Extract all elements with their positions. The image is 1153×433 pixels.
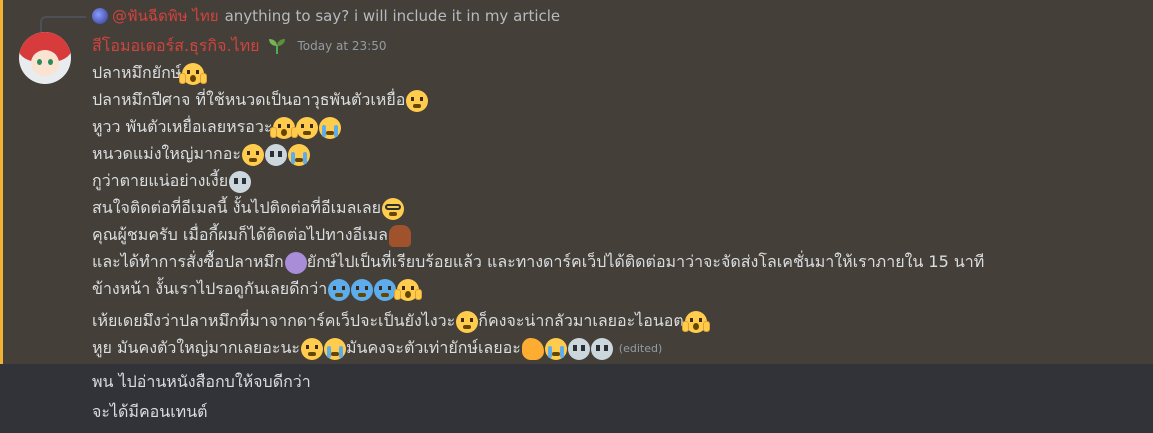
message-text: ยักษ์ไปเป็นที่เรียบร้อยแล้ว และทางดาร์คเ… <box>306 252 985 271</box>
username[interactable]: สีโอมอเตอร์ส.ธุรกิจ.ไทย <box>92 34 260 59</box>
scream-emoji-icon[interactable] <box>179 62 208 85</box>
scream-emoji-icon[interactable] <box>681 310 710 333</box>
flexed-biceps-emoji-icon[interactable] <box>521 337 544 360</box>
message-line: และได้ทำการสั่งซื้อปลาหมึก ยักษ์ไปเป็นที… <box>92 249 984 276</box>
reply-preview[interactable]: @ฟันฉีดพิษ ไทย anything to say? i will i… <box>92 6 560 26</box>
timestamp[interactable]: Today at 23:50 <box>298 39 387 53</box>
avatar[interactable] <box>19 32 71 84</box>
message-text: หูย มันคงตัวใหญ่มากเลยอะนะ <box>92 338 300 357</box>
skull-emoji-icon[interactable] <box>567 337 590 360</box>
thinking-face-emoji-icon[interactable] <box>456 310 479 333</box>
message-text: กูว่าตายแน่อย่างเงี้ย <box>92 171 229 190</box>
cold-face-emoji-icon[interactable] <box>328 278 351 301</box>
message-text: หูวว พันตัวเหยื่อเลยหรอวะ <box>92 117 273 136</box>
scream-emoji-icon[interactable] <box>394 278 423 301</box>
sob-emoji-icon[interactable] <box>323 337 346 360</box>
skull-emoji-icon[interactable] <box>229 170 252 193</box>
octopus-emoji-icon[interactable] <box>284 251 307 274</box>
sob-emoji-icon[interactable] <box>319 116 342 139</box>
message-line: ข้างหน้า งั้นเราไปรอดูกันเลยดีกว่า <box>92 276 423 303</box>
message-line: หูวว พันตัวเหยื่อเลยหรอวะ <box>92 114 342 141</box>
message-text: หนวดแม่งใหญ่มากอะ <box>92 144 241 163</box>
message-text: และได้ทำการสั่งซื้อปลาหมึก <box>92 252 284 271</box>
message-line: ปลาหมึกปีศาจ ที่ใช้หนวดเป็นอาวุธพันตัวเห… <box>92 87 429 114</box>
reply-avatar[interactable] <box>92 8 108 24</box>
message-text: คุณผู้ชมครับ เมื่อกี้ผมก็ได้ติดต่อไปทางอ… <box>92 225 388 244</box>
cold-face-emoji-icon[interactable] <box>374 278 397 301</box>
message-line: หนวดแม่งใหญ่มากอะ <box>92 141 310 168</box>
followup-message: พน ไปอ่านหนังสือกบให้จบดีกว่า <box>92 368 311 396</box>
scream-emoji-icon[interactable] <box>270 116 299 139</box>
avatar-face <box>31 50 59 76</box>
smirk-emoji-icon[interactable] <box>241 143 264 166</box>
skull-emoji-icon[interactable] <box>590 337 613 360</box>
skull-emoji-icon[interactable] <box>264 143 287 166</box>
message-text: มันคงจะตัวเท่ายักษ์เลยอะ <box>345 338 521 357</box>
sob-emoji-icon[interactable] <box>287 143 310 166</box>
anxious-face-emoji-icon[interactable] <box>296 116 319 139</box>
message-text: ก็คงจะน่ากลัวมาเลยอะไอนอต <box>478 311 684 330</box>
message-line: กูว่าตายแน่อย่างเงี้ย <box>92 168 252 195</box>
avatar-eye <box>48 59 53 65</box>
followup-message: จะได้มีคอนเทนต์ <box>92 398 208 426</box>
sprout-icon[interactable] <box>266 37 288 55</box>
horse-emoji-icon[interactable] <box>388 224 411 247</box>
anxious-face-emoji-icon[interactable] <box>406 89 429 112</box>
avatar-eye <box>37 59 42 65</box>
message-text: สนใจติดต่อที่อีเมลนี้ งั้นไปติดต่อที่อีเ… <box>92 198 382 217</box>
edited-label[interactable]: (edited) <box>619 342 662 355</box>
sob-emoji-icon[interactable] <box>544 337 567 360</box>
cold-face-emoji-icon[interactable] <box>351 278 374 301</box>
message-text: ปลาหมึกยักษ์ <box>92 63 182 82</box>
message-text: พน ไปอ่านหนังสือกบให้จบดีกว่า <box>92 371 311 391</box>
message-text: เห้ยเดยมึงว่าปลาหมึกที่มาจากดาร์คเว็ปจะเ… <box>92 311 456 330</box>
message-text: ข้างหน้า งั้นเราไปรอดูกันเลยดีกว่า <box>92 279 328 298</box>
message-text: ปลาหมึกปีศาจ ที่ใช้หนวดเป็นอาวุธพันตัวเห… <box>92 90 406 109</box>
message-header: สีโอมอเตอร์ส.ธุรกิจ.ไทย Today at 23:50 <box>92 35 387 57</box>
message-text: จะได้มีคอนเทนต์ <box>92 401 208 421</box>
mention-highlight-bar <box>0 0 3 364</box>
reply-text[interactable]: anything to say? i will include it in my… <box>225 7 561 25</box>
message-line: หูย มันคงตัวใหญ่มากเลยอะนะ มันคงจะตัวเท่… <box>92 335 662 362</box>
message-line: สนใจติดต่อที่อีเมลนี้ งั้นไปติดต่อที่อีเ… <box>92 195 405 222</box>
reply-connector <box>40 16 86 32</box>
nerd-face-emoji-icon[interactable] <box>382 197 405 220</box>
message-line: เห้ยเดยมึงว่าปลาหมึกที่มาจากดาร์คเว็ปจะเ… <box>92 308 710 335</box>
message-line: คุณผู้ชมครับ เมื่อกี้ผมก็ได้ติดต่อไปทางอ… <box>92 222 411 249</box>
anxious-face-emoji-icon[interactable] <box>300 337 323 360</box>
message-line: ปลาหมึกยักษ์ <box>92 60 208 87</box>
reply-username[interactable]: @ฟันฉีดพิษ ไทย <box>112 4 219 28</box>
